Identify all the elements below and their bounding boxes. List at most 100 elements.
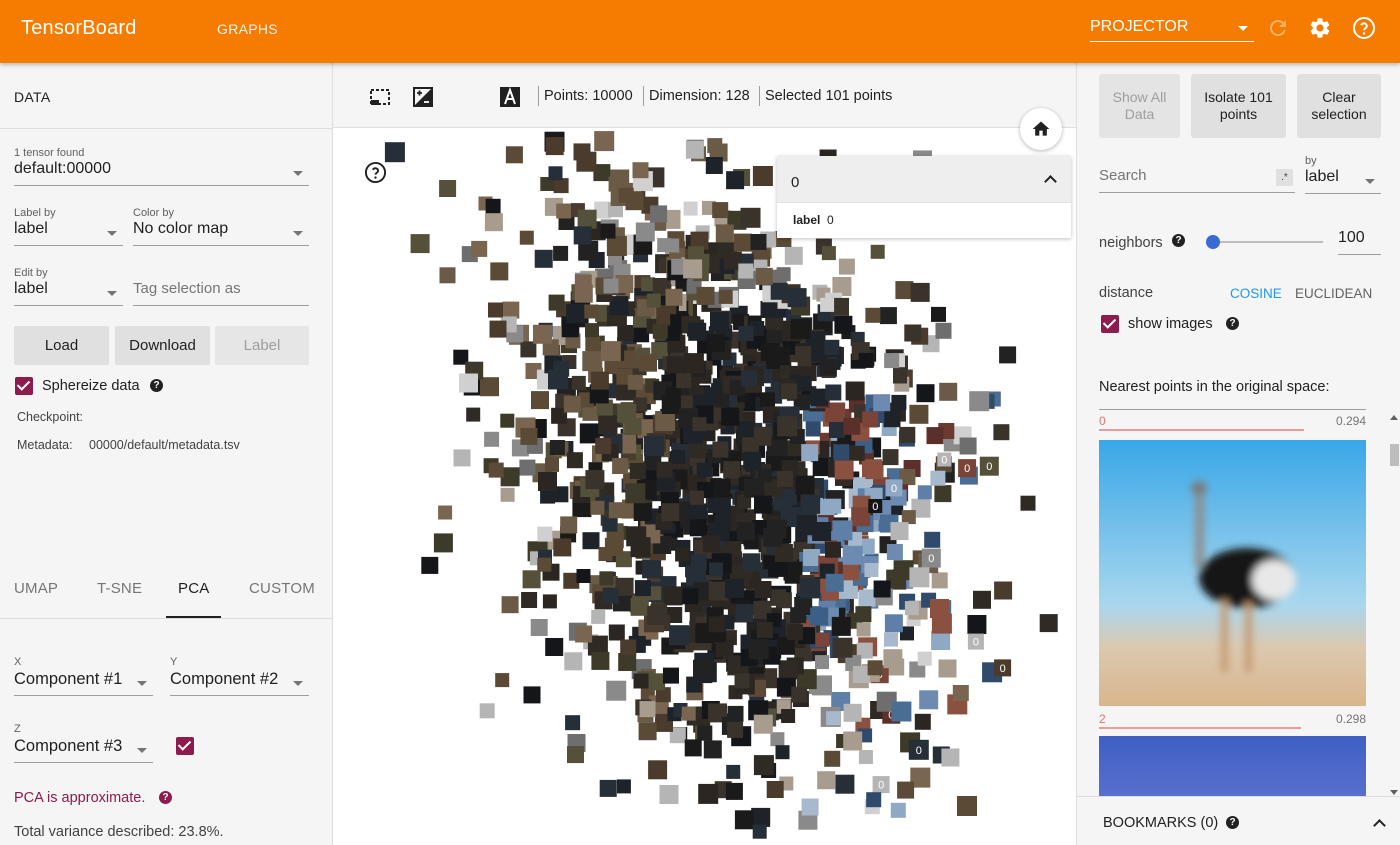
help-icon[interactable]: ? — [1226, 317, 1239, 330]
point-thumbnail[interactable] — [575, 625, 593, 643]
point-thumbnail[interactable] — [930, 470, 946, 486]
point-thumbnail[interactable] — [433, 533, 453, 553]
point-thumbnail[interactable] — [582, 532, 600, 550]
point-thumbnail[interactable] — [650, 205, 668, 223]
point-thumbnail[interactable] — [934, 485, 952, 503]
point-thumbnail[interactable] — [815, 632, 830, 647]
point-thumbnail[interactable] — [606, 236, 627, 256]
point-thumbnail[interactable] — [858, 589, 876, 607]
point-thumbnail[interactable] — [753, 714, 773, 734]
chevron-up-icon[interactable] — [1373, 819, 1386, 832]
point-thumbnail[interactable] — [800, 578, 821, 599]
point-thumbnail[interactable] — [753, 755, 774, 776]
point-thumbnail[interactable] — [973, 590, 991, 609]
point-thumbnail[interactable] — [781, 709, 796, 723]
point-thumbnail[interactable] — [812, 522, 832, 541]
point-thumbnail[interactable] — [553, 538, 572, 557]
point-thumbnail[interactable] — [608, 502, 625, 519]
point-thumbnail[interactable] — [801, 494, 821, 514]
point-thumbnail[interactable] — [884, 632, 898, 647]
point-thumbnail[interactable] — [659, 785, 679, 804]
point-thumbnail[interactable] — [834, 460, 854, 480]
point-thumbnail[interactable] — [835, 774, 855, 794]
point-thumbnail[interactable] — [693, 659, 711, 678]
point-thumbnail[interactable] — [994, 581, 1013, 600]
point-thumbnail[interactable] — [574, 284, 593, 303]
point-thumbnail[interactable] — [690, 490, 704, 505]
point-thumbnail[interactable] — [842, 564, 859, 581]
point-thumbnail[interactable] — [873, 394, 891, 412]
point-thumbnail[interactable] — [696, 286, 715, 305]
point-thumbnail[interactable] — [709, 562, 723, 577]
point-thumbnail[interactable] — [485, 198, 501, 214]
point-thumbnail[interactable] — [681, 706, 696, 721]
nearest-point-image[interactable] — [1099, 440, 1366, 706]
point-thumbnail[interactable] — [548, 166, 563, 181]
label-toggle-icon[interactable] — [498, 85, 522, 109]
point-thumbnail[interactable] — [735, 604, 754, 623]
point-thumbnail[interactable] — [521, 592, 538, 608]
tag-selection-input[interactable]: Tag selection as — [133, 280, 309, 306]
point-thumbnail[interactable] — [683, 353, 704, 374]
point-thumbnail[interactable] — [967, 615, 987, 634]
point-thumbnail[interactable] — [715, 393, 730, 408]
point-thumbnail[interactable] — [648, 673, 666, 691]
point-thumbnail[interactable] — [480, 377, 499, 397]
point-thumbnail[interactable] — [777, 416, 798, 437]
point-thumbnail[interactable] — [638, 722, 657, 741]
point-thumbnail[interactable] — [679, 395, 693, 410]
point-thumbnail[interactable] — [855, 606, 872, 623]
point-thumbnail[interactable] — [608, 624, 625, 641]
point-thumbnail[interactable] — [545, 638, 564, 656]
y-component-select[interactable]: Component #2 — [170, 670, 309, 696]
point-thumbnail[interactable] — [890, 522, 909, 541]
point-thumbnail[interactable] — [642, 559, 662, 579]
point-thumbnail[interactable] — [501, 596, 519, 614]
point-thumbnail[interactable] — [757, 468, 772, 483]
point-thumbnail[interactable] — [856, 622, 871, 637]
point-thumbnail[interactable] — [599, 571, 614, 586]
edit-by-select[interactable]: label — [14, 280, 123, 306]
point-thumbnail[interactable] — [795, 346, 812, 363]
point-thumbnail[interactable] — [553, 360, 570, 377]
point-thumbnail[interactable] — [549, 440, 565, 455]
point-thumbnail[interactable] — [752, 166, 773, 186]
point-thumbnail[interactable] — [969, 391, 990, 412]
point-thumbnail[interactable] — [710, 311, 729, 331]
point-thumbnail[interactable] — [884, 353, 900, 369]
point-thumbnail[interactable] — [721, 407, 740, 426]
point-thumbnail[interactable] — [726, 171, 745, 190]
point-thumbnail[interactable] — [831, 616, 851, 636]
point-thumbnail[interactable] — [784, 246, 803, 265]
point-thumbnail[interactable] — [571, 375, 586, 390]
point-thumbnail[interactable] — [952, 685, 969, 701]
point-thumbnail[interactable] — [904, 601, 919, 616]
night-mode-icon[interactable] — [455, 85, 479, 109]
point-thumbnail[interactable] — [453, 449, 471, 467]
point-thumbnail[interactable] — [567, 746, 584, 764]
point-thumbnail[interactable] — [842, 544, 863, 565]
point-thumbnail[interactable] — [879, 307, 897, 325]
point-thumbnail[interactable] — [564, 652, 583, 671]
point-thumbnail[interactable] — [553, 245, 569, 261]
point-thumbnail[interactable] — [801, 444, 819, 462]
point-thumbnail[interactable] — [754, 495, 772, 514]
point-thumbnail[interactable] — [865, 307, 881, 323]
point-thumbnail[interactable] — [886, 544, 903, 560]
point-thumbnail[interactable] — [490, 262, 509, 281]
point-thumbnail[interactable] — [743, 451, 762, 470]
point-thumbnail[interactable] — [766, 781, 784, 798]
scroll-up-icon[interactable] — [1390, 415, 1398, 420]
point-thumbnail[interactable] — [787, 288, 807, 308]
point-thumbnail[interactable] — [702, 535, 720, 553]
point-thumbnail[interactable] — [632, 162, 649, 179]
point-thumbnail[interactable] — [870, 244, 885, 259]
point-thumbnail[interactable] — [707, 498, 723, 513]
label-button[interactable]: Label — [215, 326, 309, 365]
z-component-select[interactable]: Component #3 — [14, 737, 153, 763]
point-thumbnail[interactable] — [865, 461, 884, 480]
point-thumbnail[interactable] — [682, 588, 699, 605]
point-thumbnail[interactable] — [671, 449, 686, 464]
point-thumbnail[interactable] — [661, 503, 680, 522]
point-thumbnail[interactable] — [531, 391, 549, 410]
